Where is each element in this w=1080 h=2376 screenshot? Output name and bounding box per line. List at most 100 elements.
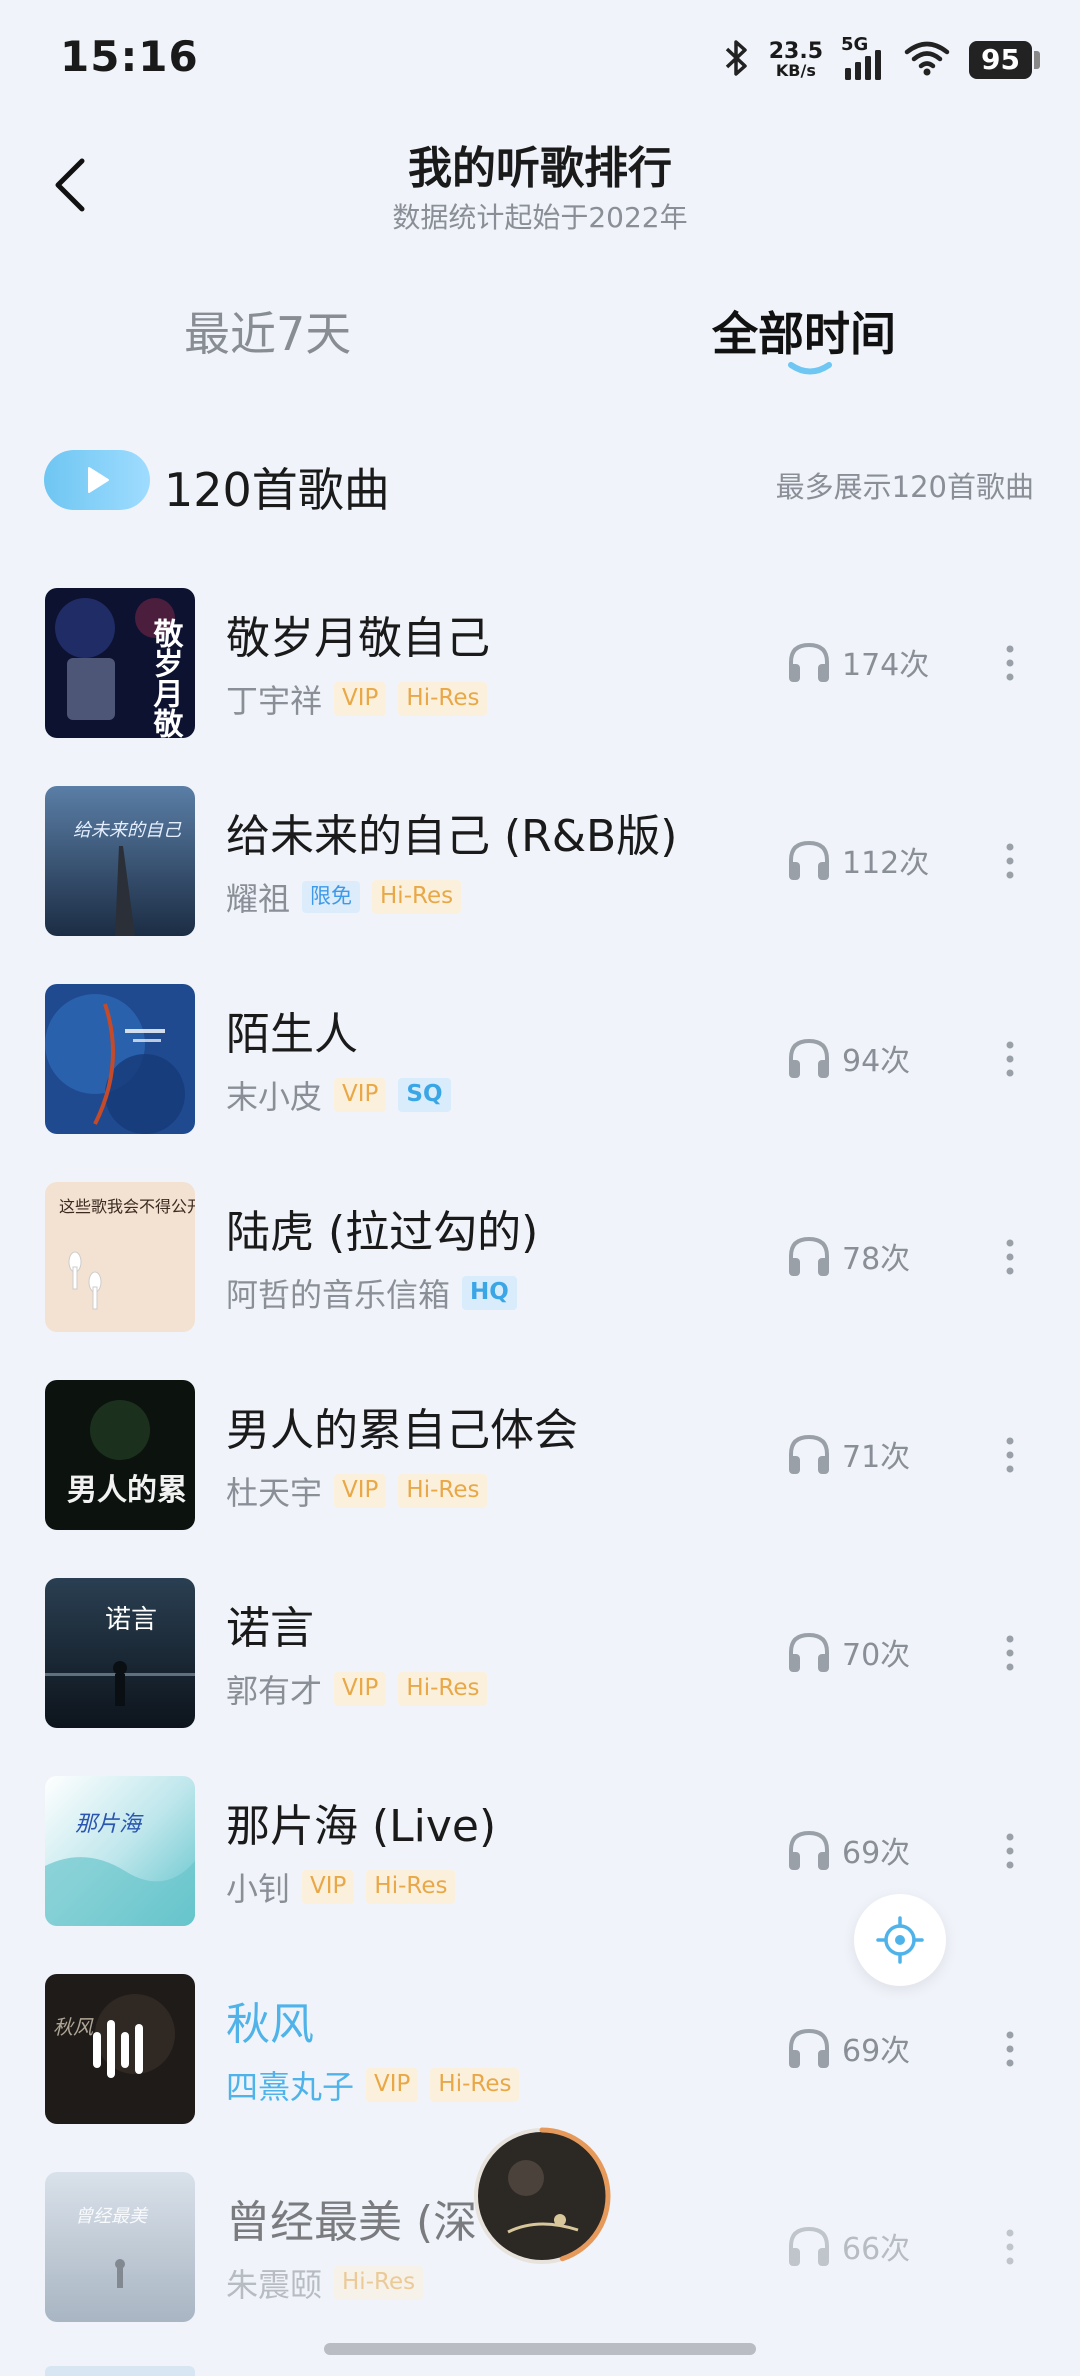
headphones-icon <box>789 2226 829 2266</box>
signal-icon: 5G <box>841 34 885 82</box>
more-vertical-icon <box>1006 1041 1014 1077</box>
song-row[interactable]: 给未来的自己 给未来的自己 (R&B版) 耀祖 限免 Hi-Res 112次 <box>0 786 1080 936</box>
play-count: 69次 <box>786 1828 910 1872</box>
hi-res-badge: Hi-Res <box>398 1474 488 1508</box>
more-options-button[interactable] <box>990 1420 1030 1490</box>
album-cover: 秋风 <box>45 1974 195 2124</box>
cover-text: 那片海 <box>75 1812 144 1837</box>
song-row[interactable]: 男人的累 男人的累自己体会 杜天宇 VIP Hi-Res 71次 <box>0 1380 1080 1530</box>
more-options-button[interactable] <box>990 1816 1030 1886</box>
max-display-note: 最多展示120首歌曲 <box>775 470 1034 504</box>
song-title: 给未来的自己 (R&B版) <box>226 811 678 862</box>
headphones-icon <box>789 2028 829 2068</box>
sq-badge: SQ <box>398 1078 451 1112</box>
play-count: 112次 <box>786 838 929 882</box>
headphones-icon <box>789 642 829 682</box>
song-count: 120首歌曲 <box>164 463 390 517</box>
tab-all-time[interactable]: 全部时间 <box>712 298 896 364</box>
album-cover: 曾经最美 <box>45 2172 195 2322</box>
more-options-button[interactable] <box>990 2014 1030 2084</box>
more-vertical-icon <box>1006 1635 1014 1671</box>
vip-badge: VIP <box>302 1870 355 1904</box>
play-count: 78次 <box>786 1234 910 1278</box>
next-album-cover-edge <box>45 2366 195 2376</box>
cover-text: 男人的累 <box>67 1473 187 1508</box>
status-time: 15:16 <box>60 32 199 81</box>
hi-res-badge: Hi-Res <box>398 1672 488 1706</box>
locate-current-song-button[interactable] <box>854 1894 946 1986</box>
song-row[interactable]: 诺言 诺言 郭有才 VIP Hi-Res 70次 <box>0 1578 1080 1728</box>
song-meta: 朱震颐 Hi-Res <box>226 2260 424 2306</box>
song-meta: 阿哲的音乐信箱 HQ <box>226 1270 517 1316</box>
play-count: 70次 <box>786 1630 910 1674</box>
artist-name: 末小皮 <box>226 1078 323 1116</box>
album-cover: 男人的累 <box>45 1380 195 1530</box>
artist-name: 阿哲的音乐信箱 <box>226 1276 451 1314</box>
song-title: 那片海 (Live) <box>226 1801 497 1852</box>
net-speed-unit: KB/s <box>775 61 816 80</box>
song-row-now-playing[interactable]: 秋风 秋风 四熹丸子 VIP Hi-Res 69次 <box>0 1974 1080 2124</box>
song-row[interactable]: 这些歌我会不得公开 陆虎 (拉过勾的) 阿哲的音乐信箱 HQ 78次 <box>0 1182 1080 1332</box>
song-meta: 耀祖 限免 Hi-Res <box>226 874 462 920</box>
mini-player[interactable] <box>468 2122 616 2270</box>
album-cover: 给未来的自己 <box>45 786 195 936</box>
play-count-value: 70次 <box>842 1638 911 1673</box>
artist-name: 小钊 <box>226 1870 291 1908</box>
playing-equalizer-icon <box>93 2020 143 2078</box>
song-row[interactable]: 敬岁月敬自己 敬岁月敬自己 丁宇祥 VIP Hi-Res 174次 <box>0 588 1080 738</box>
tab-recent-7-days[interactable]: 最近7天 <box>184 298 351 364</box>
artist-name: 郭有才 <box>226 1672 323 1710</box>
more-vertical-icon <box>1006 2031 1014 2067</box>
hi-res-badge: Hi-Res <box>334 2266 424 2300</box>
hq-badge: HQ <box>462 1276 517 1310</box>
more-options-button[interactable] <box>990 826 1030 896</box>
play-count-value: 69次 <box>842 1836 911 1871</box>
cover-text: 曾经最美 <box>75 2206 149 2227</box>
song-title: 敬岁月敬自己 <box>226 613 490 664</box>
bluetooth-icon <box>721 38 751 82</box>
artist-name: 杜天宇 <box>226 1474 323 1512</box>
play-count: 66次 <box>786 2224 910 2268</box>
song-title: 曾经最美 (深 <box>226 2197 478 2248</box>
play-count-value: 94次 <box>842 1044 911 1079</box>
play-count: 174次 <box>786 640 929 684</box>
album-cover: 这些歌我会不得公开 <box>45 1182 195 1332</box>
page-title: 我的听歌排行 <box>408 143 672 194</box>
headphones-icon <box>789 1434 829 1474</box>
hi-res-badge: Hi-Res <box>430 2068 520 2102</box>
album-cover: 敬岁月敬自己 <box>45 588 195 738</box>
album-cover: 诺言 <box>45 1578 195 1728</box>
play-count-value: 174次 <box>842 648 930 683</box>
artist-name: 丁宇祥 <box>226 682 323 720</box>
vip-badge: VIP <box>334 1672 387 1706</box>
tab-indicator <box>788 362 832 375</box>
more-options-button[interactable] <box>990 628 1030 698</box>
song-title: 诺言 <box>226 1603 314 1654</box>
play-all-button[interactable] <box>44 450 150 510</box>
more-options-button[interactable] <box>990 1024 1030 1094</box>
more-options-button[interactable] <box>990 2212 1030 2282</box>
headphones-icon <box>789 1038 829 1078</box>
hi-res-badge: Hi-Res <box>398 682 488 716</box>
artist-name: 四熹丸子 <box>226 2068 355 2106</box>
headphones-icon <box>789 1236 829 1276</box>
page-subtitle: 数据统计起始于2022年 <box>392 201 688 234</box>
vip-badge: VIP <box>366 2068 419 2102</box>
song-meta: 郭有才 VIP Hi-Res <box>226 1666 488 1712</box>
play-count-value: 69次 <box>842 2034 911 2069</box>
net-speed-value: 23.5 <box>768 39 824 64</box>
more-options-button[interactable] <box>990 1222 1030 1292</box>
album-cover <box>45 984 195 1134</box>
more-options-button[interactable] <box>990 1618 1030 1688</box>
song-title: 陆虎 (拉过勾的) <box>226 1207 539 1258</box>
play-count: 69次 <box>786 2026 910 2070</box>
more-vertical-icon <box>1006 843 1014 879</box>
more-vertical-icon <box>1006 2229 1014 2265</box>
cover-text: 诺言 <box>105 1605 157 1635</box>
more-vertical-icon <box>1006 1833 1014 1869</box>
song-row[interactable]: 陌生人 末小皮 VIP SQ 94次 <box>0 984 1080 1134</box>
home-indicator <box>324 2343 756 2355</box>
cover-text: 给未来的自己 <box>73 820 182 841</box>
vip-badge: VIP <box>334 682 387 716</box>
locate-icon <box>876 1916 924 1964</box>
